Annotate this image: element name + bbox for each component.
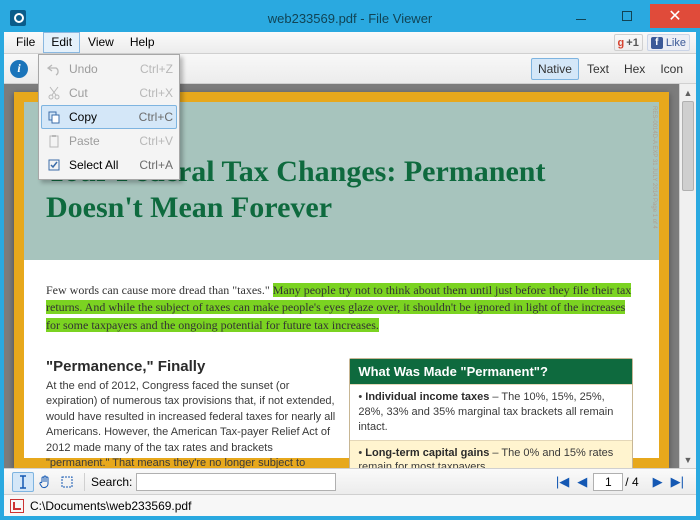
search-label: Search: [91, 475, 132, 489]
undo-icon [45, 62, 63, 76]
cut-icon [45, 86, 63, 100]
scroll-track[interactable] [680, 101, 696, 451]
info-icon[interactable]: i [10, 60, 28, 78]
edit-cut[interactable]: Cut Ctrl+X [41, 81, 177, 105]
hand-tool[interactable] [34, 472, 56, 492]
menu-view[interactable]: View [80, 32, 122, 53]
left-body: At the end of 2012, Congress faced the s… [46, 379, 335, 468]
side-vertical-text: RES-0014D-A EXP 31 JULY 2014 Page 1 of 4 [647, 106, 657, 229]
first-page-button[interactable]: |◀ [552, 474, 573, 490]
facebook-icon: f [651, 37, 663, 49]
viewmode-text[interactable]: Text [580, 58, 616, 80]
scroll-up-button[interactable]: ▲ [680, 84, 696, 101]
prev-page-button[interactable]: ◀ [573, 474, 591, 490]
close-button[interactable]: ✕ [650, 4, 700, 28]
facebook-like-button[interactable]: f Like [647, 34, 690, 51]
vertical-scrollbar[interactable]: ▲ ▼ [679, 84, 696, 468]
selectall-icon [45, 158, 63, 172]
gplus-g-icon: g [618, 37, 625, 49]
last-page-button[interactable]: ▶| [667, 474, 688, 490]
maximize-button[interactable] [604, 4, 650, 28]
menu-edit[interactable]: Edit [43, 32, 80, 53]
app-icon [10, 10, 26, 26]
google-plus-button[interactable]: g +1 [614, 34, 643, 51]
paste-icon [45, 134, 63, 148]
edit-select-all[interactable]: Select All Ctrl+A [41, 153, 177, 177]
marquee-tool[interactable] [56, 472, 78, 492]
current-page-input[interactable] [593, 473, 623, 491]
menu-help[interactable]: Help [122, 32, 163, 53]
scroll-down-button[interactable]: ▼ [680, 451, 696, 468]
file-path-label: C:\Documents\web233569.pdf [30, 499, 191, 513]
scroll-thumb[interactable] [682, 101, 694, 191]
panel-heading: What Was Made "Permanent"? [350, 359, 632, 384]
menubar: File Edit View Help g +1 f Like [4, 32, 696, 54]
intro-paragraph: Few words can cause more dread than "tax… [46, 282, 633, 334]
search-input[interactable] [136, 473, 336, 491]
page-nav-bar: Search: |◀ ◀ / 4 ▶ ▶| [4, 468, 696, 494]
text-select-tool[interactable] [12, 472, 34, 492]
edit-dropdown: Undo Ctrl+Z Cut Ctrl+X Copy Ctrl+C Paste… [38, 54, 180, 180]
pdf-icon [10, 499, 24, 513]
right-column: What Was Made "Permanent"? • Individual … [349, 358, 633, 458]
copy-icon [45, 110, 63, 124]
edit-paste[interactable]: Paste Ctrl+V [41, 129, 177, 153]
permanent-panel: What Was Made "Permanent"? • Individual … [349, 358, 633, 468]
viewmode-icon[interactable]: Icon [653, 58, 690, 80]
titlebar: web233569.pdf - File Viewer ✕ [4, 4, 696, 32]
viewmode-native[interactable]: Native [531, 58, 579, 80]
edit-copy[interactable]: Copy Ctrl+C [41, 105, 177, 129]
next-page-button[interactable]: ▶ [649, 474, 667, 490]
status-bar: C:\Documents\web233569.pdf [4, 494, 696, 516]
left-heading: "Permanence," Finally [46, 358, 335, 375]
minimize-button[interactable] [558, 4, 604, 28]
panel-row: • Long-term capital gains – The 0% and 1… [350, 440, 632, 468]
viewmode-hex[interactable]: Hex [617, 58, 652, 80]
total-pages-label: / 4 [625, 475, 638, 489]
panel-row: • Individual income taxes – The 10%, 15%… [350, 384, 632, 440]
left-column: "Permanence," Finally At the end of 2012… [46, 358, 335, 458]
window-title: web233569.pdf - File Viewer [268, 11, 433, 26]
edit-undo[interactable]: Undo Ctrl+Z [41, 57, 177, 81]
menu-file[interactable]: File [8, 32, 43, 53]
